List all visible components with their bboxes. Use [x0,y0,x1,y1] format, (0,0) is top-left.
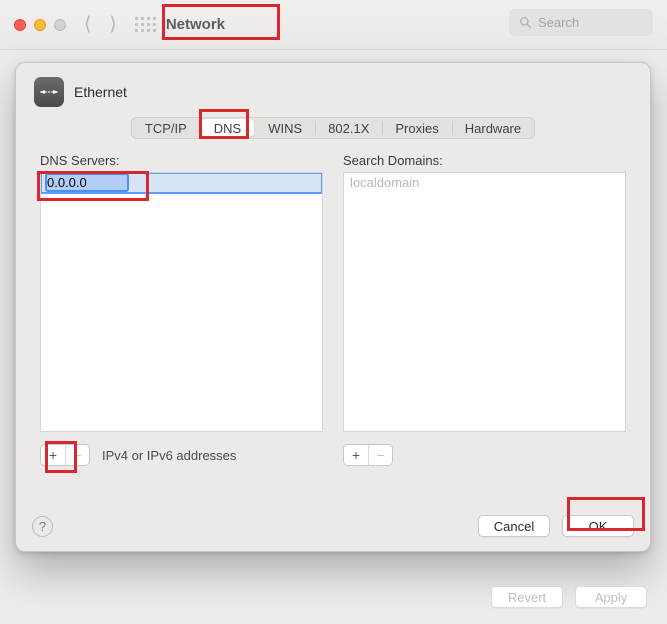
tab-bar: TCP/IP DNS WINS 802.1X Proxies Hardware [131,117,535,139]
revert-button: Revert [491,586,563,608]
search-domains-list[interactable]: localdomain [343,172,626,432]
search-domains-column: Search Domains: localdomain + − [343,151,626,466]
tab-dns[interactable]: DNS [201,119,254,137]
cancel-button[interactable]: Cancel [478,515,550,537]
search-icon [519,16,532,29]
dns-server-input[interactable] [47,175,127,190]
advanced-sheet: Ethernet TCP/IP DNS WINS 802.1X Proxies … [15,62,651,552]
close-window-button[interactable] [14,19,26,31]
zoom-window-button [54,19,66,31]
background-buttons: Revert Apply [491,586,647,608]
domain-add-button[interactable]: + [344,445,368,465]
search-domain-placeholder: localdomain [344,173,625,193]
search-placeholder: Search [538,15,579,30]
dns-server-row-editing[interactable] [41,173,322,193]
ethernet-icon [34,77,64,107]
dns-remove-button: − [65,445,89,465]
help-button[interactable]: ? [32,516,53,537]
apps-grid-icon[interactable] [135,17,156,32]
minimize-window-button[interactable] [34,19,46,31]
domain-remove-button: − [368,445,392,465]
search-domains-label: Search Domains: [343,153,626,168]
tab-proxies[interactable]: Proxies [382,118,451,138]
domain-add-remove: + − [343,444,393,466]
nav-arrows: ⟨ ⟩ [84,15,117,34]
tab-hardware[interactable]: Hardware [452,118,534,138]
tab-8021x[interactable]: 802.1X [315,118,382,138]
forward-button: ⟩ [109,15,116,34]
window-title: Network [166,16,225,33]
interface-name: Ethernet [74,84,127,100]
titlebar: ⟨ ⟩ Network Search [0,0,667,50]
tab-wins[interactable]: WINS [255,118,315,138]
dns-servers-list[interactable] [40,172,323,432]
dns-servers-column: DNS Servers: + − IPv4 or IPv6 addresses [40,151,323,466]
tab-tcpip[interactable]: TCP/IP [132,118,200,138]
back-button[interactable]: ⟨ [84,15,91,34]
title-cluster: Network [135,16,225,33]
ok-button[interactable]: OK [562,515,634,537]
dns-add-remove: + − [40,444,90,466]
search-field[interactable]: Search [509,9,653,36]
window-controls [14,19,66,31]
dns-hint: IPv4 or IPv6 addresses [102,448,236,463]
apply-button: Apply [575,586,647,608]
dns-servers-label: DNS Servers: [40,153,323,168]
dns-add-button[interactable]: + [41,445,65,465]
